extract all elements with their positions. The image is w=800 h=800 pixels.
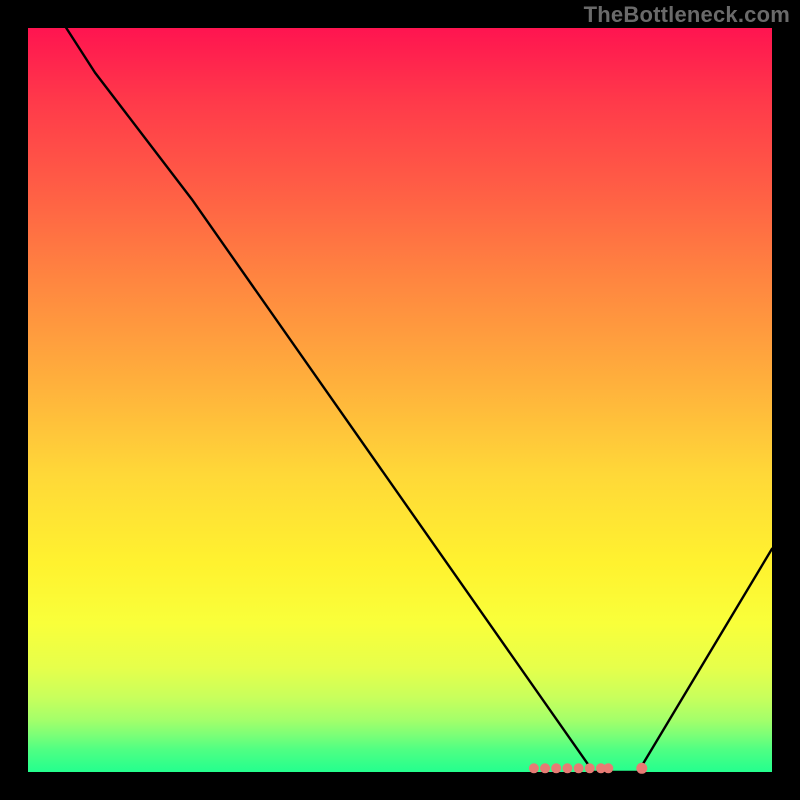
bottleneck-curve [28,0,772,772]
optimal-marker-dot [562,763,572,773]
optimal-marker-dot [603,763,613,773]
optimal-marker-dot [636,763,647,774]
optimal-marker-dot [529,763,539,773]
optimal-marker-dot [574,763,584,773]
optimal-marker-dot [585,763,595,773]
optimal-marker-dot [540,763,550,773]
watermark-text: TheBottleneck.com [584,2,790,28]
chart-overlay-svg [28,28,772,772]
chart-frame: TheBottleneck.com [0,0,800,800]
optimal-marker-dot [551,763,561,773]
